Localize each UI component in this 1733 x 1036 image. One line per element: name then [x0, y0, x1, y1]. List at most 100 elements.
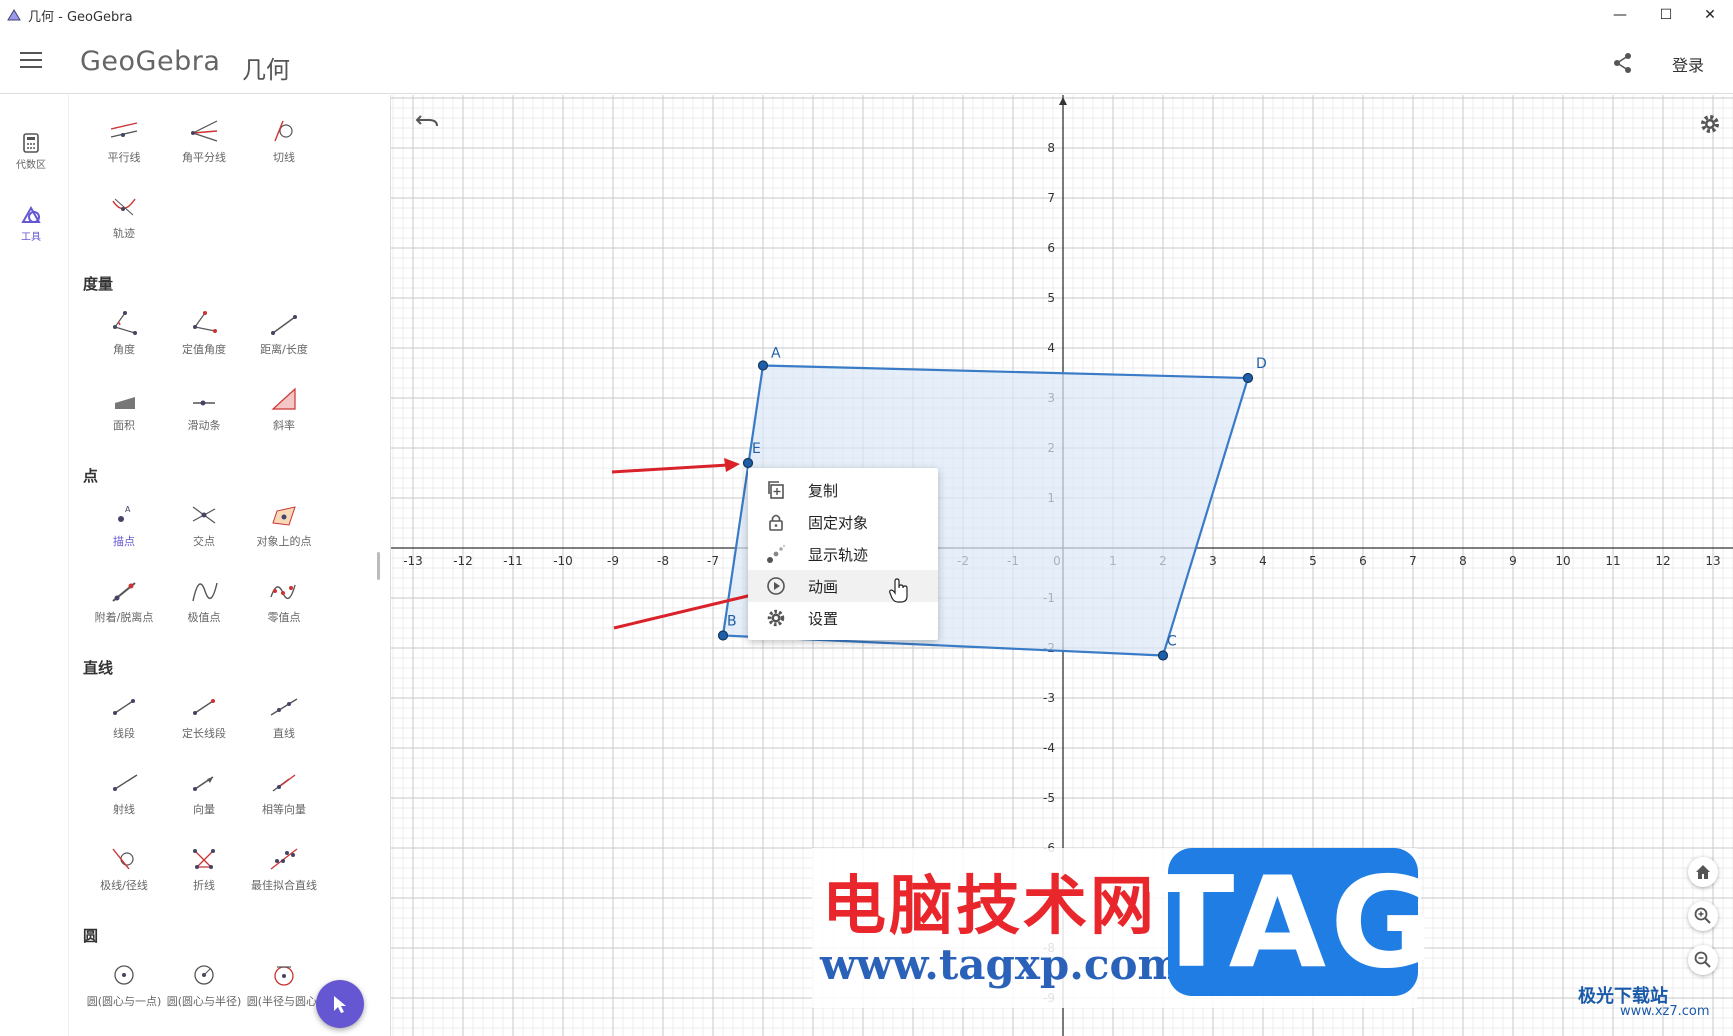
tool-polar-line[interactable]: 极线/径线 [79, 847, 169, 893]
zoom-in-button[interactable] [1688, 901, 1718, 931]
tool-polyline[interactable]: 折线 [159, 847, 249, 893]
copy-icon [768, 481, 784, 499]
sidebar-rail: 代数区 工具 [0, 95, 68, 1036]
app-name: 几何 [242, 56, 290, 84]
y-tick-label: -4 [1043, 741, 1055, 755]
tool-vector-from-point[interactable]: 相等向量 [239, 771, 329, 817]
zoom-in-icon [1694, 907, 1711, 924]
tool-vector[interactable]: 向量 [159, 771, 249, 817]
tools-icon [21, 205, 41, 223]
panel-resize-handle[interactable] [377, 552, 380, 580]
tool-line[interactable]: 直线 [239, 695, 329, 741]
area-icon [115, 397, 135, 409]
tool-parallel-line[interactable]: 平行线 [79, 119, 169, 165]
ctx-copy[interactable]: 复制 [748, 474, 938, 506]
point-C [1157, 650, 1169, 661]
home-view-button[interactable] [1688, 857, 1718, 887]
tool-best-fit-line[interactable]: 最佳拟合直线 [239, 847, 329, 893]
x-tick-label: 8 [1459, 554, 1467, 568]
x-tick-label: 6 [1359, 554, 1367, 568]
rail-tools-label: 工具 [21, 232, 41, 243]
tool-attach-detach[interactable]: 附着/脱离点 [79, 579, 169, 625]
x-tick-label: 9 [1509, 554, 1517, 568]
tool-slider[interactable]: 滑动条 [159, 387, 249, 433]
zoom-out-button[interactable] [1688, 945, 1718, 975]
tool-ray[interactable]: 射线 [79, 771, 169, 817]
window-titlebar: 几何 - GeoGebra — ☐ ✕ [0, 0, 1733, 30]
intersect-icon [192, 506, 216, 524]
x-tick-label: -12 [453, 554, 473, 568]
angle-icon [113, 311, 137, 335]
tool-panel: 平行线 角平分线 切线 轨迹 度量 角度 定值角度 距离/长度 面积 滑动条 斜… [68, 95, 390, 1036]
x-tick-label: -11 [503, 554, 523, 568]
tool-tangent[interactable]: 切线 [239, 119, 329, 165]
fixed-segment-icon [193, 699, 215, 715]
lock-icon [769, 514, 783, 531]
hamburger-menu-icon[interactable] [20, 52, 42, 70]
tool-fixed-segment[interactable]: 定长线段 [159, 695, 249, 741]
move-tool-button[interactable] [316, 980, 364, 1028]
angle-bisector-icon [191, 120, 218, 142]
tool-circle-center-point[interactable]: 圆(圆心与一点) [79, 963, 169, 1009]
tool-distance[interactable]: 距离/长度 [239, 311, 329, 357]
share-icon[interactable] [1612, 52, 1634, 74]
tool-angle-bisector[interactable]: 角平分线 [159, 119, 249, 165]
point-label-A: A [771, 346, 781, 362]
tool-fixed-angle[interactable]: 定值角度 [159, 311, 249, 357]
rail-algebra[interactable]: 代数区 [0, 133, 62, 171]
circle-center-radius-icon [194, 965, 214, 985]
point-on-object-icon [272, 506, 296, 526]
compass-icon [274, 966, 294, 986]
y-tick-label: 8 [1047, 141, 1055, 155]
vector-icon [193, 776, 214, 791]
y-tick-label: 5 [1047, 291, 1055, 305]
geogebra-logo: GeoGebra [80, 46, 221, 77]
window-title: 几何 - GeoGebra [28, 9, 133, 25]
tool-roots[interactable]: 零值点 [239, 579, 329, 625]
tool-area[interactable]: 面积 [79, 387, 169, 433]
y-tick-label: 6 [1047, 241, 1055, 255]
ctx-fix-object[interactable]: 固定对象 [748, 506, 938, 538]
ctx-settings[interactable]: 设置 [748, 602, 938, 634]
distance-icon [271, 315, 297, 335]
watermark-cn: 电脑技术网 [822, 870, 1157, 944]
x-tick-label: 4 [1259, 554, 1267, 568]
undo-icon[interactable] [415, 110, 439, 130]
tool-segment[interactable]: 线段 [79, 695, 169, 741]
y-tick-label: 4 [1047, 341, 1055, 355]
section-lines: 直线 [83, 659, 114, 677]
tool-point-on-object[interactable]: 对象上的点 [239, 503, 329, 549]
locus-icon [112, 198, 136, 216]
segment-icon [113, 699, 135, 715]
home-icon [1696, 865, 1710, 879]
ray-icon [113, 774, 138, 791]
x-tick-label: -13 [403, 554, 423, 568]
roots-icon [270, 584, 296, 600]
minimize-button[interactable]: — [1597, 0, 1643, 30]
login-button[interactable]: 登录 [1672, 52, 1704, 76]
point-icon: A [118, 505, 131, 522]
tool-point[interactable]: A 描点 [79, 503, 169, 549]
graphics-settings-icon[interactable] [1698, 112, 1722, 136]
tool-angle[interactable]: 角度 [79, 311, 169, 357]
tool-slope[interactable]: 斜率 [239, 387, 329, 433]
parallel-line-icon [110, 122, 138, 138]
point-D [1242, 372, 1254, 384]
y-tick-label: 7 [1047, 191, 1055, 205]
ctx-show-trace[interactable]: 显示轨迹 [748, 538, 938, 570]
x-tick-label: 5 [1309, 554, 1317, 568]
slider-icon [193, 400, 215, 406]
tool-intersect[interactable]: 交点 [159, 503, 249, 549]
rail-tools[interactable]: 工具 [0, 205, 62, 243]
x-tick-label: 3 [1209, 554, 1217, 568]
point-A [757, 360, 769, 371]
tool-extremum[interactable]: 极值点 [159, 579, 249, 625]
tool-circle-center-radius[interactable]: 圆(圆心与半径) [159, 963, 249, 1009]
close-button[interactable]: ✕ [1687, 0, 1733, 30]
y-tick-label: -5 [1043, 791, 1055, 805]
maximize-button[interactable]: ☐ [1643, 0, 1689, 30]
polyline-icon [193, 849, 215, 869]
hand-cursor-icon [889, 578, 908, 603]
tool-locus[interactable]: 轨迹 [79, 195, 169, 241]
section-measure: 度量 [83, 275, 114, 293]
